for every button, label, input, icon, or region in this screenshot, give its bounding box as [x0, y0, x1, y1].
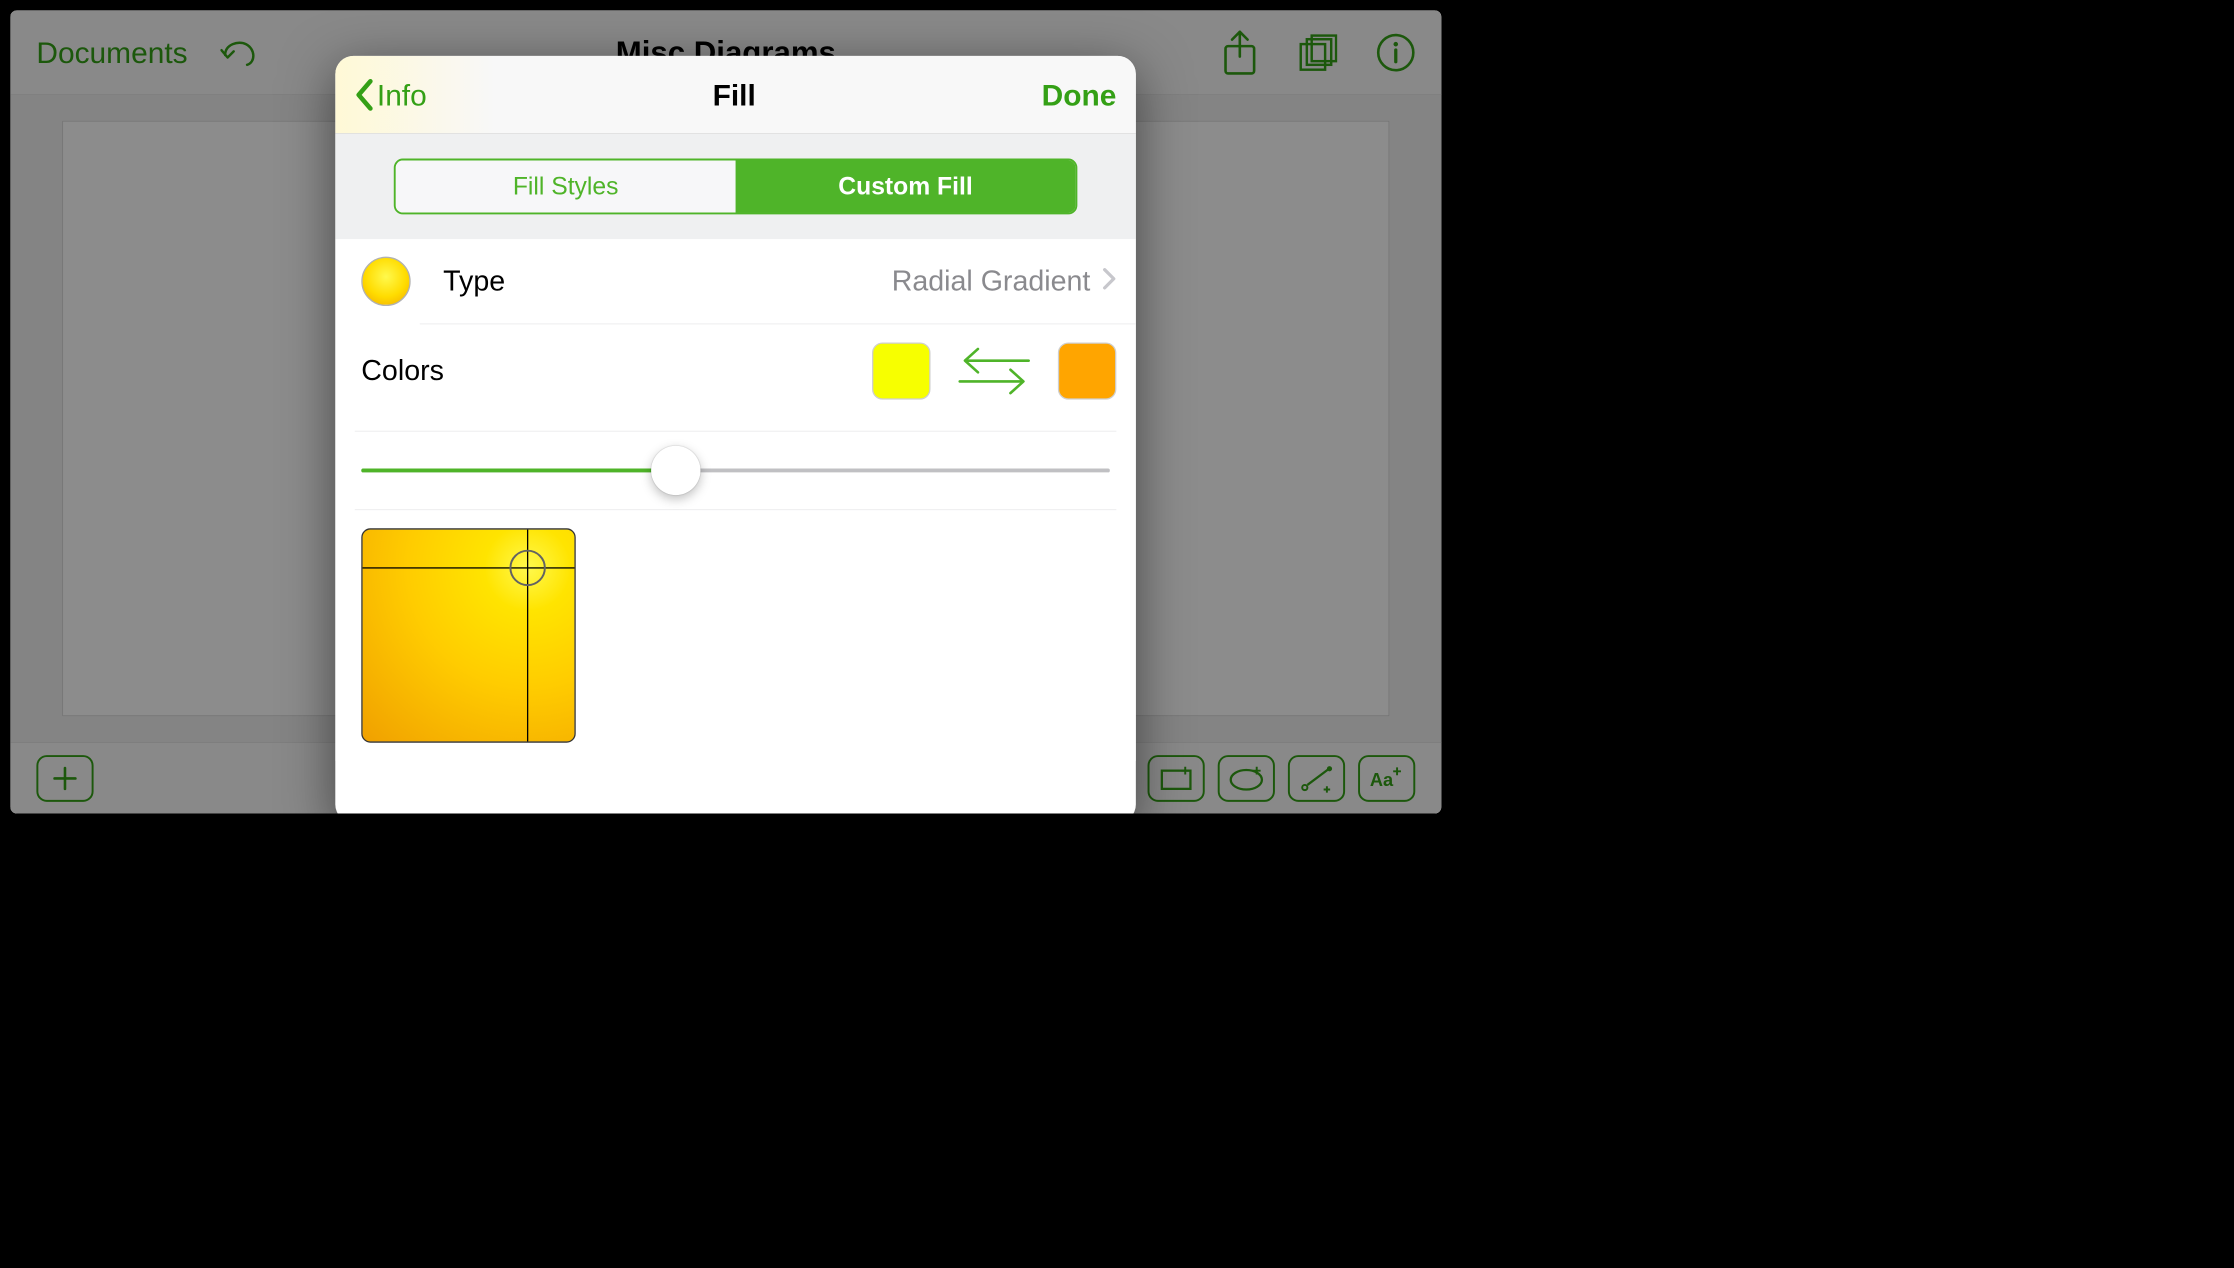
popover-back-label: Info: [377, 77, 427, 112]
fill-type-value: Radial Gradient: [892, 265, 1091, 297]
gradient-center-handle[interactable]: [510, 550, 546, 586]
slider-fill: [361, 469, 675, 473]
gradient-color-1[interactable]: [872, 342, 930, 399]
fill-type-row[interactable]: Type Radial Gradient: [335, 239, 1136, 323]
segment-custom-fill[interactable]: Custom Fill: [736, 161, 1076, 213]
popover-done-button[interactable]: Done: [1042, 77, 1117, 112]
chevron-left-icon: [355, 78, 374, 110]
fill-segmented-control: Fill Styles Custom Fill: [394, 159, 1078, 215]
popover-title: Fill: [713, 77, 756, 112]
popover-back-button[interactable]: Info: [355, 77, 427, 112]
gradient-color-2[interactable]: [1058, 342, 1116, 399]
popover-header: Info Fill Done: [335, 56, 1136, 134]
fill-colors-label: Colors: [361, 355, 854, 387]
fill-type-preview-icon: [361, 257, 410, 306]
swap-colors-button[interactable]: [949, 340, 1040, 402]
fill-colors-row: Colors: [335, 324, 1136, 418]
slider-knob[interactable]: [651, 446, 700, 495]
segment-fill-styles[interactable]: Fill Styles: [396, 161, 736, 213]
gradient-center-editor[interactable]: [361, 528, 575, 742]
fill-type-label: Type: [443, 265, 892, 297]
chevron-right-icon: [1102, 265, 1116, 297]
fill-popover: Info Fill Done Fill Styles Custom Fill T…: [335, 56, 1136, 814]
swap-arrows-icon: [952, 340, 1036, 402]
gradient-blend-slider[interactable]: [361, 457, 1110, 483]
